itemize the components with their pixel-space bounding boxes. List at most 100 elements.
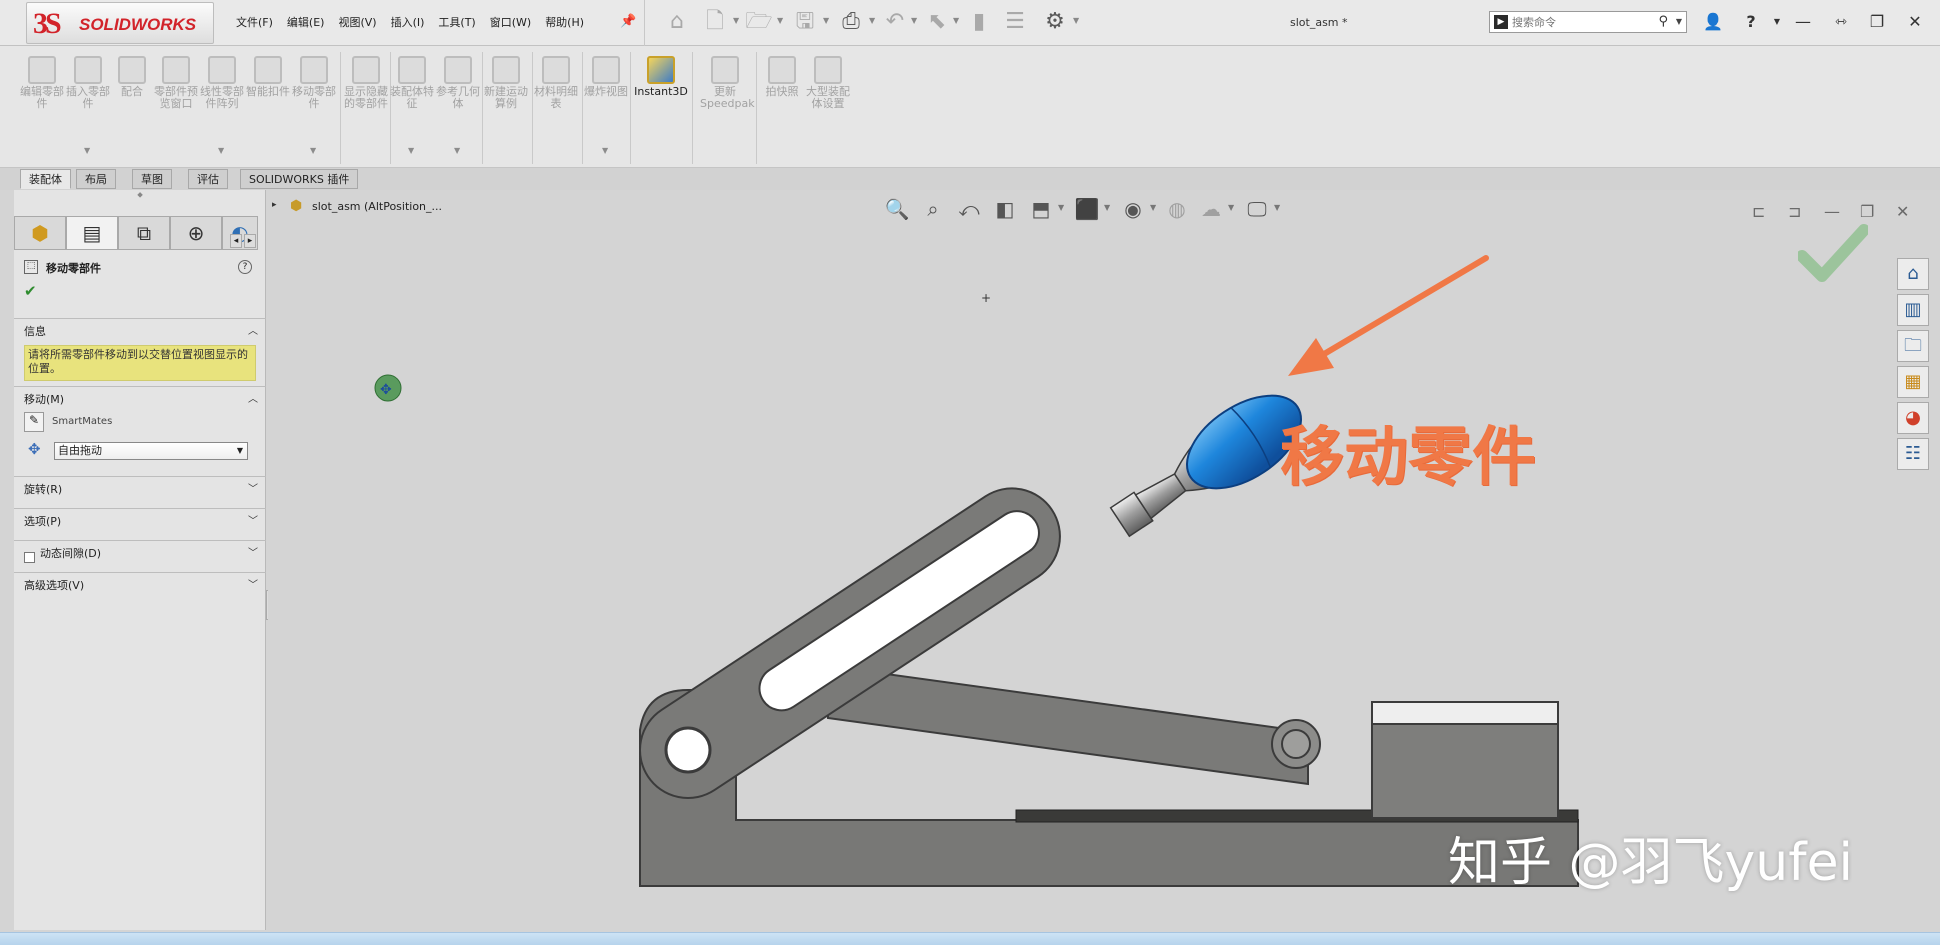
section-view-icon[interactable]: ◧ [992,196,1018,222]
expand-arrow-icon[interactable]: ▸ [272,200,277,210]
new-dropdown-icon[interactable]: ▼ [733,16,739,25]
minimize-button[interactable]: — [1790,10,1816,34]
menu-window[interactable]: 窗口(W) [490,14,531,30]
new-document-icon[interactable]: 🗋 [701,8,729,36]
move-mode-select[interactable]: 自由拖动 ▼ [54,442,248,460]
search-commands-box[interactable]: ▶ ⚲ ▼ [1489,11,1687,33]
edit-appearance-icon[interactable]: ☁ [1198,196,1224,222]
update-speedpak-button[interactable]: 更新Speedpak [700,56,755,156]
file-explorer-icon[interactable]: 🗀 [1897,330,1929,362]
chevron-down-icon[interactable]: ﹀ [248,480,258,495]
open-dropdown-icon[interactable]: ▼ [777,16,783,25]
panel-resize-handle[interactable]: ⬥ [14,190,266,204]
insert-dropdown-icon[interactable]: ▼ [84,146,90,155]
restore-button[interactable]: ❐ [1864,10,1890,34]
linear-pattern-button[interactable]: 线性零部件阵列 ▼ [200,56,244,156]
view-dropdown-icon[interactable]: ▼ [1058,203,1064,212]
confirmation-corner-ok-icon[interactable] [1798,220,1868,290]
assembly-model-canvas[interactable]: + ✥ [268,190,1940,930]
rebuild-icon[interactable]: ▮ [965,8,993,36]
undo-icon[interactable]: ↶ [881,8,909,36]
dynamic-clearance-checkbox[interactable] [24,552,35,563]
section-dynamic-clearance[interactable]: 动态间隙(D) ﹀ [14,540,266,560]
reference-geometry-button[interactable]: 参考几何体 ▼ [436,56,480,156]
tab-scroll-left-icon[interactable]: ◂ [230,234,242,248]
viewport-restore-icon[interactable]: ❐ [1860,202,1874,221]
explode-dropdown-icon[interactable]: ▼ [602,146,608,155]
tab-solidworks-addins[interactable]: SOLIDWORKS 插件 [240,169,359,189]
chevron-up-icon[interactable]: ︿ [248,390,258,405]
display-style-icon[interactable]: ◉ [1120,196,1146,222]
custom-properties-icon[interactable]: ☷ [1897,438,1929,470]
help-icon[interactable]: ? [1738,10,1764,34]
smart-fasteners-button[interactable]: 智能扣件 [246,56,290,156]
user-account-icon[interactable]: 👤 [1700,10,1726,34]
menu-insert[interactable]: 插入(I) [391,14,425,30]
show-hidden-components-button[interactable]: 显示隐藏的零部件 [344,56,388,156]
tab-layout[interactable]: 布局 [76,169,116,189]
file-properties-icon[interactable]: ☰ [1001,8,1029,36]
menu-edit[interactable]: 编辑(E) [287,14,325,30]
search-input[interactable] [1512,14,1652,30]
section-advanced[interactable]: 高级选项(V) ﹀ [14,572,266,592]
orientation-dropdown-icon[interactable]: ▼ [1104,203,1110,212]
chevron-up-icon[interactable]: ︿ [248,322,258,337]
zoom-to-area-icon[interactable]: ⌕ [920,196,946,222]
feature-manager-tab-icon[interactable]: ⬢ [14,216,66,250]
chevron-down-icon[interactable]: ﹀ [248,544,258,559]
tab-sketch[interactable]: 草图 [132,169,172,189]
save-dropdown-icon[interactable]: ▼ [823,16,829,25]
viewport-tile-right-icon[interactable]: ⊐ [1788,202,1801,221]
solidworks-resources-home-icon[interactable]: ⌂ [1897,258,1929,290]
options-dropdown-icon[interactable]: ▼ [1073,16,1079,25]
appearance-dropdown-icon[interactable]: ▼ [1228,203,1234,212]
graphics-area[interactable]: + ✥ 移动零件 知乎 @羽飞yufei ▸ ⬢ slot_asm (AltPo… [268,190,1940,930]
viewport-minimize-icon[interactable]: — [1824,202,1840,221]
ok-check-button[interactable]: ✔ [24,282,37,300]
viewport-tile-left-icon[interactable]: ⊏ [1752,202,1765,221]
chevron-down-icon[interactable]: ﹀ [248,576,258,591]
tab-evaluate[interactable]: 评估 [188,169,228,189]
undo-dropdown-icon[interactable]: ▼ [911,16,917,25]
move-component-button[interactable]: 移动零部件 ▼ [292,56,336,156]
reference-dropdown-icon[interactable]: ▼ [454,146,460,155]
zoom-to-fit-icon[interactable]: 🔍 [884,196,910,222]
component-preview-button[interactable]: 零部件预览窗口 [154,56,198,156]
edit-component-button[interactable]: 编辑零部件 [20,56,64,156]
options-gear-icon[interactable]: ⚙ [1041,8,1069,36]
viewport-close-icon[interactable]: ✕ [1896,202,1909,221]
save-icon[interactable]: 🖫 [791,8,819,36]
section-move[interactable]: 移动(M) ︿ [14,386,266,406]
section-options[interactable]: 选项(P) ﹀ [14,508,266,528]
mate-button[interactable]: 配合 [110,56,154,156]
menu-tools[interactable]: 工具(T) [438,14,475,30]
search-dropdown-icon[interactable]: ▼ [1676,17,1682,26]
print-dropdown-icon[interactable]: ▼ [869,16,875,25]
section-info[interactable]: 信息 ︿ [14,318,266,338]
large-assembly-settings-button[interactable]: 大型装配体设置 [806,56,850,156]
section-rotate[interactable]: 旋转(R) ﹀ [14,476,266,496]
menu-file[interactable]: 文件(F) [236,14,273,30]
snapshot-button[interactable]: 拍快照 [760,56,804,156]
dimxpert-tab-icon[interactable]: ⊕ [170,216,222,250]
apply-scene-icon[interactable]: 🖵 [1244,196,1270,222]
home-icon[interactable]: ⌂ [663,8,691,36]
pin-icon[interactable]: 📌 [620,14,636,29]
tab-assembly[interactable]: 装配体 [20,169,71,189]
dynamic-annotation-view-icon[interactable]: ⬒ [1028,196,1054,222]
solidworks-logo[interactable]: 3S SOLIDWORKS [26,2,214,44]
help-circle-icon[interactable]: ? [238,260,252,274]
assembly-features-button[interactable]: 装配体特征 ▼ [390,56,434,156]
chevron-down-icon[interactable]: ﹀ [248,512,258,527]
print-icon[interactable]: ⎙ [837,8,865,36]
open-folder-icon[interactable]: 🗁 [745,8,773,36]
display-dropdown-icon[interactable]: ▼ [1150,203,1156,212]
help-dropdown-icon[interactable]: ▼ [1764,10,1790,34]
select-arrow-icon[interactable]: ⬉ [923,8,951,36]
connecting-link[interactable] [827,664,1309,786]
new-motion-study-button[interactable]: 新建运动算例 [484,56,528,156]
smartmates-icon[interactable]: ✎ [24,412,44,432]
pattern-dropdown-icon[interactable]: ▼ [218,146,224,155]
design-library-icon[interactable]: ▥ [1897,294,1929,326]
select-dropdown-icon[interactable]: ▼ [953,16,959,25]
